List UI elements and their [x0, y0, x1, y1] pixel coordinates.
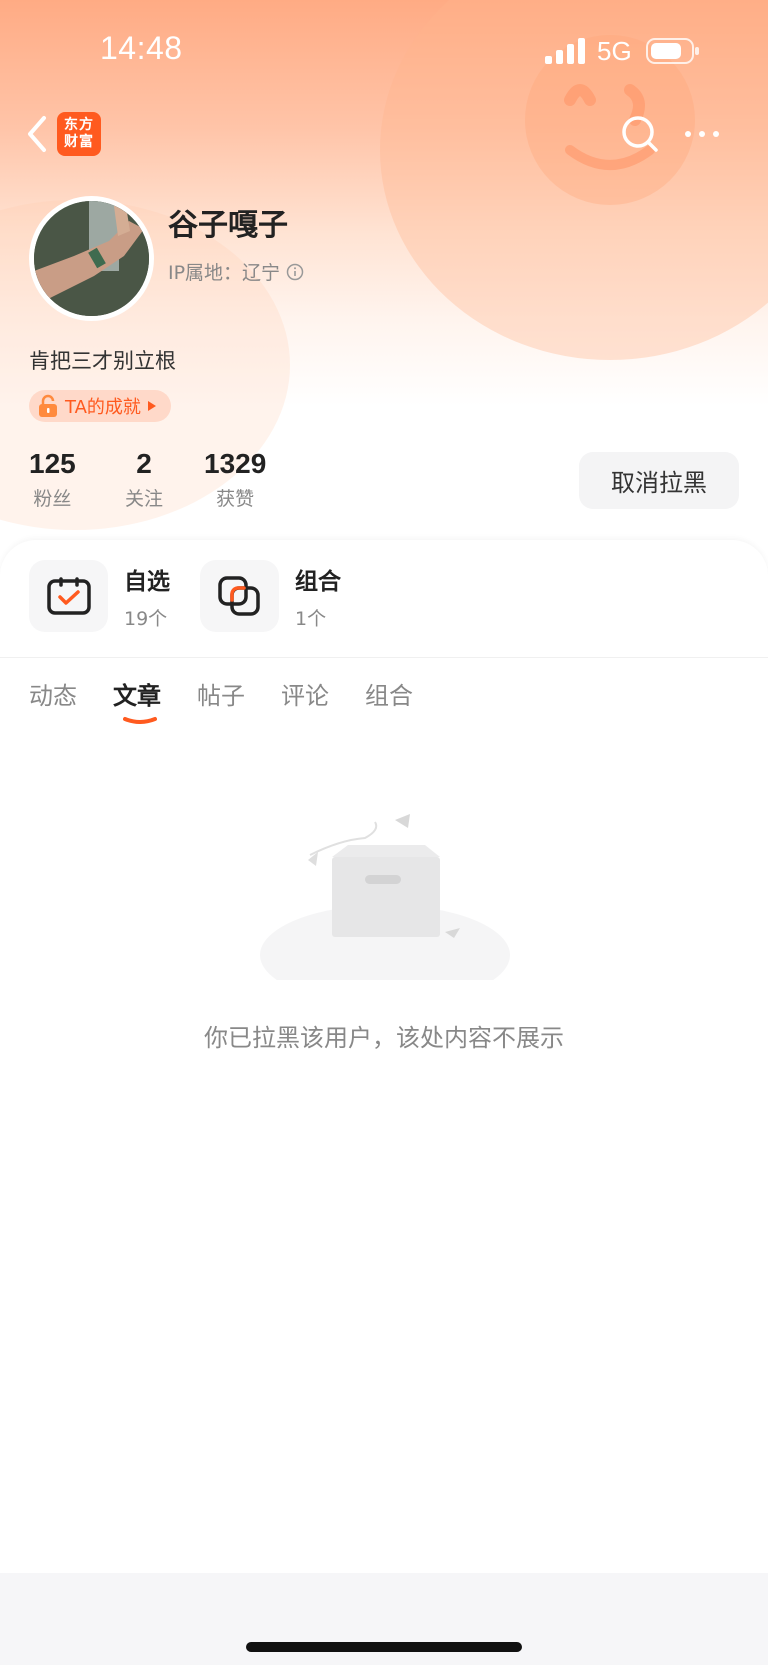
- more-icon[interactable]: [680, 118, 724, 150]
- stat-likes-label: 获赞: [216, 488, 255, 510]
- section-divider: [0, 657, 768, 658]
- stat-following-value: 2: [136, 448, 152, 479]
- home-indicator[interactable]: [246, 1642, 522, 1652]
- ip-location: IP属地：辽宁: [168, 262, 281, 284]
- unblock-button[interactable]: 取消拉黑: [579, 452, 739, 509]
- stat-fans-label: 粉丝: [33, 488, 72, 510]
- watchlist-count: 19个: [124, 607, 168, 630]
- watchlist-check-icon: [46, 577, 91, 615]
- logo-line-2: 财富: [64, 134, 94, 150]
- avatar-photo: [34, 201, 149, 316]
- stat-likes: 1329 获赞: [204, 448, 266, 511]
- app-logo: 东方 财富: [57, 112, 101, 156]
- achievement-label: TA的成就: [65, 397, 141, 418]
- watchlist-entry[interactable]: 自选 19个: [29, 560, 170, 632]
- tab-articles[interactable]: 文章: [113, 676, 161, 724]
- tab-comments[interactable]: 评论: [281, 676, 329, 711]
- status-bar: 14:48 5G: [0, 0, 768, 100]
- tab-portfolios[interactable]: 组合: [365, 676, 413, 711]
- search-icon[interactable]: [618, 112, 662, 156]
- username: 谷子嘎子: [168, 208, 288, 243]
- tab-posts[interactable]: 帖子: [197, 676, 245, 711]
- user-bio: 肯把三才别立根: [29, 349, 176, 373]
- signal-icon: [545, 38, 585, 64]
- tab-dynamics[interactable]: 动态: [29, 676, 77, 711]
- network-type: 5G: [597, 36, 632, 66]
- tab-articles-label: 文章: [113, 682, 161, 710]
- portfolio-entry[interactable]: 组合 1个: [200, 560, 341, 632]
- active-tab-indicator: [123, 717, 157, 724]
- empty-box-icon: [260, 814, 510, 980]
- watchlist-icon-wrap: [29, 560, 108, 632]
- achievement-badge-button[interactable]: TA的成就: [29, 390, 171, 422]
- watchlist-title: 自选: [124, 568, 170, 595]
- stat-fans[interactable]: 125 粉丝: [29, 448, 76, 511]
- ip-location-row: IP属地：辽宁: [168, 258, 304, 285]
- info-icon[interactable]: [286, 263, 304, 281]
- back-icon[interactable]: [22, 112, 52, 156]
- empty-state-message: 你已拉黑该用户，该处内容不展示: [204, 1024, 564, 1052]
- portfolio-combo-icon: [217, 576, 260, 616]
- portfolio-icon-wrap: [200, 560, 279, 632]
- portfolio-count: 1个: [295, 607, 327, 630]
- stat-following[interactable]: 2 关注: [125, 448, 163, 511]
- battery-icon: [646, 38, 699, 64]
- chevron-right-icon: [147, 401, 156, 411]
- stat-following-label: 关注: [125, 488, 164, 510]
- watchlist-text: 自选 19个: [124, 562, 170, 631]
- stat-likes-value: 1329: [204, 448, 267, 479]
- content-tabs: 动态 文章 帖子 评论 组合: [29, 676, 413, 724]
- avatar[interactable]: [29, 196, 154, 321]
- logo-line-1: 东方: [64, 117, 94, 133]
- lock-icon: [39, 394, 57, 417]
- stat-fans-value: 125: [29, 448, 76, 479]
- portfolio-title: 组合: [295, 568, 341, 595]
- status-time: 14:48: [100, 30, 183, 66]
- portfolio-text: 组合 1个: [295, 562, 341, 631]
